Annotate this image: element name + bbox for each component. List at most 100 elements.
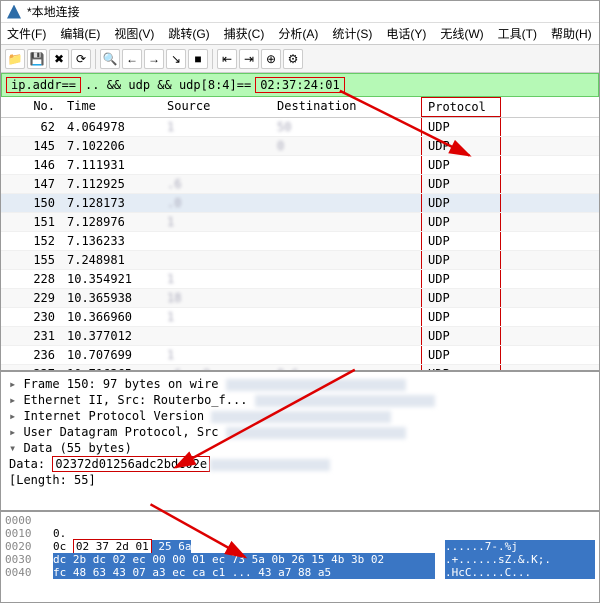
tree-udp[interactable]: User Datagram Protocol, Src bbox=[9, 424, 591, 440]
find-icon[interactable]: 🔍 bbox=[100, 49, 120, 69]
table-row[interactable]: 23710.716365.6. .98.6UDP bbox=[1, 365, 599, 372]
last-icon[interactable]: ⇥ bbox=[239, 49, 259, 69]
filter-prefix: ip.addr== bbox=[6, 77, 81, 93]
filter-bar[interactable]: ip.addr== .. && udp && udp[8:4] == 02:37… bbox=[1, 73, 599, 97]
back-icon[interactable]: ← bbox=[122, 49, 142, 69]
tree-ip[interactable]: Internet Protocol Version bbox=[9, 408, 591, 424]
cell-source: 1 bbox=[161, 270, 271, 288]
cell-protocol: UDP bbox=[421, 327, 501, 345]
cell-source: 1 bbox=[161, 118, 271, 136]
cell-no: 152 bbox=[1, 232, 61, 250]
tree-ethernet[interactable]: Ethernet II, Src: Routerbo_f... bbox=[9, 392, 591, 408]
hex-row[interactable]: 0030 dc 2b dc 02 ec 00 00 01 ec 73 5a 0b… bbox=[5, 553, 595, 566]
cell-protocol: UDP bbox=[421, 270, 501, 288]
cell-no: 228 bbox=[1, 270, 61, 288]
packet-header: No. Time Source Destination Protocol bbox=[1, 97, 599, 118]
cell-time: 10.716365 bbox=[61, 365, 161, 372]
col-time[interactable]: Time bbox=[61, 97, 161, 117]
cell-no: 151 bbox=[1, 213, 61, 231]
tree-data[interactable]: Data (55 bytes) bbox=[9, 440, 591, 456]
reload-icon[interactable]: ⟳ bbox=[71, 49, 91, 69]
table-row[interactable]: 23110.377012UDP bbox=[1, 327, 599, 346]
menu-help[interactable]: 帮助(H) bbox=[551, 25, 592, 42]
cell-source: 18 bbox=[161, 289, 271, 307]
table-row[interactable]: 23010.3669601UDP bbox=[1, 308, 599, 327]
cell-source: 1 bbox=[161, 346, 271, 364]
table-row[interactable]: 1457.1022060UDP bbox=[1, 137, 599, 156]
tree-frame[interactable]: Frame 150: 97 bytes on wire bbox=[9, 376, 591, 392]
table-row[interactable]: 1527.136233UDP bbox=[1, 232, 599, 251]
cell-no: 229 bbox=[1, 289, 61, 307]
forward-icon[interactable]: → bbox=[144, 49, 164, 69]
cell-protocol: UDP bbox=[421, 118, 501, 136]
app-icon bbox=[7, 5, 21, 19]
menu-edit[interactable]: 编辑(E) bbox=[60, 25, 100, 42]
cell-destination bbox=[271, 251, 421, 269]
cell-destination: 0 bbox=[271, 137, 421, 155]
open-icon[interactable]: 📁 bbox=[5, 49, 25, 69]
cell-protocol: UDP bbox=[421, 365, 501, 372]
table-row[interactable]: 624.064978150UDP bbox=[1, 118, 599, 137]
first-icon[interactable]: ⇤ bbox=[217, 49, 237, 69]
hex-highlight: 02 37 2d 01 bbox=[73, 539, 152, 554]
col-destination[interactable]: Destination bbox=[271, 97, 421, 117]
cell-destination: 50 bbox=[271, 118, 421, 136]
window-title: *本地连接 bbox=[27, 3, 80, 20]
menu-wireless[interactable]: 无线(W) bbox=[440, 25, 483, 42]
packet-details[interactable]: Frame 150: 97 bytes on wire Ethernet II,… bbox=[1, 372, 599, 512]
save-icon[interactable]: 💾 bbox=[27, 49, 47, 69]
close-icon[interactable]: ✖ bbox=[49, 49, 69, 69]
table-row[interactable]: 1557.248981UDP bbox=[1, 251, 599, 270]
menu-file[interactable]: 文件(F) bbox=[7, 25, 46, 42]
menu-tools[interactable]: 工具(T) bbox=[498, 25, 537, 42]
cell-source: .6 bbox=[161, 175, 271, 193]
cell-protocol: UDP bbox=[421, 346, 501, 364]
menu-analyze[interactable]: 分析(A) bbox=[278, 25, 318, 42]
menu-capture[interactable]: 捕获(C) bbox=[224, 25, 265, 42]
hex-row[interactable]: 0040 fc 48 63 43 07 a3 ec ca c1 ... 43 a… bbox=[5, 566, 595, 579]
toolbar: 📁 💾 ✖ ⟳ 🔍 ← → ↘ ■ ⇤ ⇥ ⊕ ⚙ bbox=[1, 45, 599, 73]
tree-data-length[interactable]: [Length: 55] bbox=[9, 472, 591, 488]
packet-list[interactable]: No. Time Source Destination Protocol 624… bbox=[1, 97, 599, 372]
col-no[interactable]: No. bbox=[1, 97, 61, 117]
cell-no: 146 bbox=[1, 156, 61, 174]
cell-source bbox=[161, 232, 271, 250]
goto-icon[interactable]: ↘ bbox=[166, 49, 186, 69]
menu-stats[interactable]: 统计(S) bbox=[332, 25, 372, 42]
zoom-icon[interactable]: ⊕ bbox=[261, 49, 281, 69]
menu-go[interactable]: 跳转(G) bbox=[168, 25, 209, 42]
table-row[interactable]: 1517.1289761UDP bbox=[1, 213, 599, 232]
col-source[interactable]: Source bbox=[161, 97, 271, 117]
cell-destination bbox=[271, 156, 421, 174]
table-row[interactable]: 22910.36593818UDP bbox=[1, 289, 599, 308]
cell-time: 7.248981 bbox=[61, 251, 161, 269]
table-row[interactable]: 23610.7076991 UDP bbox=[1, 346, 599, 365]
hex-row[interactable]: 0020 0c 02 37 2d 01 25 6a ......7-.%j bbox=[5, 540, 595, 553]
hex-row[interactable]: 0000 bbox=[5, 514, 595, 527]
title-bar: *本地连接 bbox=[1, 1, 599, 23]
hex-view[interactable]: 0000 0010 0. 0020 0c 02 37 2d 01 25 6a .… bbox=[1, 512, 599, 602]
cell-time: 10.707699 bbox=[61, 346, 161, 364]
cell-no: 155 bbox=[1, 251, 61, 269]
stop-icon[interactable]: ■ bbox=[188, 49, 208, 69]
table-row[interactable]: 22810.3549211UDP bbox=[1, 270, 599, 289]
cell-no: 150 bbox=[1, 194, 61, 212]
menu-telephony[interactable]: 电话(Y) bbox=[386, 25, 426, 42]
filter-eq: == bbox=[237, 78, 251, 92]
settings-icon[interactable]: ⚙ bbox=[283, 49, 303, 69]
menu-bar: 文件(F) 编辑(E) 视图(V) 跳转(G) 捕获(C) 分析(A) 统计(S… bbox=[1, 23, 599, 45]
cell-time: 7.102206 bbox=[61, 137, 161, 155]
col-protocol[interactable]: Protocol bbox=[421, 97, 501, 117]
cell-protocol: UDP bbox=[421, 137, 501, 155]
cell-source: .6. .9 bbox=[161, 365, 271, 372]
tree-data-value[interactable]: Data: 02372d01256adc2bdc02e bbox=[9, 456, 591, 472]
cell-no: 236 bbox=[1, 346, 61, 364]
table-row[interactable]: 1507.128173.0UDP bbox=[1, 194, 599, 213]
cell-destination bbox=[271, 232, 421, 250]
table-row[interactable]: 1467.111931UDP bbox=[1, 156, 599, 175]
cell-time: 4.064978 bbox=[61, 118, 161, 136]
cell-destination bbox=[271, 175, 421, 193]
menu-view[interactable]: 视图(V) bbox=[114, 25, 154, 42]
cell-source bbox=[161, 156, 271, 174]
table-row[interactable]: 1477.112925.6UDP bbox=[1, 175, 599, 194]
